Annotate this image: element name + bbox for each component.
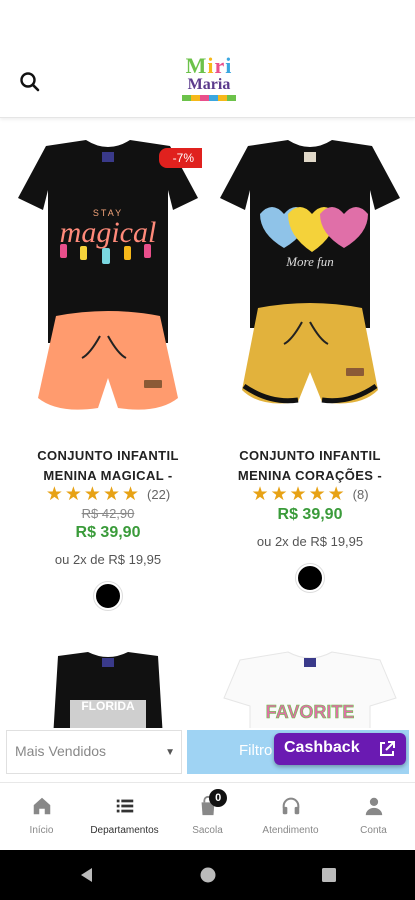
star-icon: ★: [83, 484, 101, 505]
back-icon[interactable]: [78, 866, 96, 884]
installment-price: ou 2x de R$ 19,95: [54, 552, 162, 567]
product-card[interactable]: FLORIDA: [8, 648, 208, 728]
nav-item-departamentos[interactable]: Departamentos: [83, 783, 166, 850]
product-card[interactable]: More fun CONJUNTO INFANTIL MENINA CORAÇÕ…: [210, 118, 410, 618]
nav-label: Atendimento: [262, 825, 319, 836]
product-card[interactable]: STAY magical -7% CONJUNTO INFANTIL MENIN…: [8, 118, 208, 618]
headset-icon: [282, 797, 299, 815]
external-link-icon: [380, 741, 395, 756]
star-icon: ★: [327, 484, 345, 505]
rating-count: (8): [352, 487, 369, 502]
product-image[interactable]: FAVORITE: [210, 648, 410, 728]
old-price: R$ 42,90: [81, 506, 135, 521]
color-swatch-black[interactable]: [296, 564, 324, 592]
nav-item-inicio[interactable]: Início: [0, 783, 83, 850]
list-icon: [116, 799, 133, 813]
product-rating: ★ ★ ★ ★ ★ (8): [210, 485, 410, 504]
cashback-label: Cashback: [284, 739, 360, 756]
star-icon: ★: [45, 484, 63, 505]
star-icon: ★: [102, 484, 120, 505]
installment-price: ou 2x de R$ 19,95: [256, 534, 364, 549]
product-image[interactable]: More fun: [210, 118, 410, 418]
bottom-navigation: Início Departamentos 0 Sacola Atendiment…: [0, 782, 415, 850]
product-image[interactable]: FLORIDA: [8, 648, 208, 728]
nav-label: Conta: [360, 825, 387, 836]
discount-badge: -7%: [158, 148, 202, 168]
sort-select-value: Mais Vendidos: [15, 743, 107, 759]
product-rating: ★ ★ ★ ★ ★ (22): [8, 485, 208, 504]
nav-label: Departamentos: [90, 825, 159, 836]
nav-item-sacola[interactable]: 0 Sacola: [166, 783, 249, 850]
product-card[interactable]: FAVORITE: [210, 648, 410, 728]
cashback-button[interactable]: Cashback: [274, 733, 406, 765]
recents-icon[interactable]: [320, 866, 338, 884]
star-icon: ★: [270, 484, 288, 505]
nav-label: Início: [29, 825, 54, 836]
cart-count-badge: 0: [209, 789, 228, 807]
shirt-print-text: FAVORITE: [266, 702, 355, 722]
nav-label: Sacola: [192, 825, 223, 836]
star-icon: ★: [64, 484, 82, 505]
shirt-print-text: FLORIDA: [81, 699, 135, 713]
person-icon: [365, 797, 382, 816]
logo-color-bar: [182, 95, 236, 101]
sort-select[interactable]: Mais Vendidos ▼: [6, 730, 182, 774]
home-icon: [33, 797, 50, 815]
star-icon: ★: [308, 484, 326, 505]
filter-button-label: Filtro: [239, 742, 273, 759]
home-circle-icon[interactable]: [199, 866, 217, 884]
product-grid: STAY magical -7% CONJUNTO INFANTIL MENIN…: [0, 118, 415, 728]
current-price: R$ 39,90: [75, 524, 141, 541]
current-price: R$ 39,90: [277, 506, 343, 523]
logo-text-miri: Miri: [185, 53, 233, 78]
color-swatch-black[interactable]: [94, 582, 122, 610]
product-name-line-2: MENINA CORAÇÕES -: [237, 468, 383, 483]
product-name-line-1: CONJUNTO INFANTIL: [239, 448, 381, 463]
nav-item-atendimento[interactable]: Atendimento: [249, 783, 332, 850]
shirt-print-text: More fun: [285, 254, 334, 269]
star-icon: ★: [289, 484, 307, 505]
star-icon: ★: [122, 484, 140, 505]
logo-text-maria: Maria: [187, 76, 231, 93]
product-name-line-1: CONJUNTO INFANTIL: [37, 448, 179, 463]
product-name[interactable]: CONJUNTO INFANTIL MENINA MAGICAL -: [8, 446, 208, 486]
star-icon: ★: [251, 484, 269, 505]
search-icon[interactable]: [18, 70, 42, 94]
brand-logo[interactable]: Miri Maria: [178, 55, 240, 105]
nav-item-conta[interactable]: Conta: [332, 783, 415, 850]
app-header: Miri Maria: [0, 0, 415, 118]
system-navigation-bar: [0, 850, 415, 900]
product-name[interactable]: CONJUNTO INFANTIL MENINA CORAÇÕES -: [210, 446, 410, 486]
rating-count: (22): [147, 487, 171, 502]
dropdown-arrow-icon: ▼: [165, 747, 175, 758]
svg-text:magical: magical: [60, 216, 157, 249]
product-name-line-2: MENINA MAGICAL -: [43, 468, 173, 483]
